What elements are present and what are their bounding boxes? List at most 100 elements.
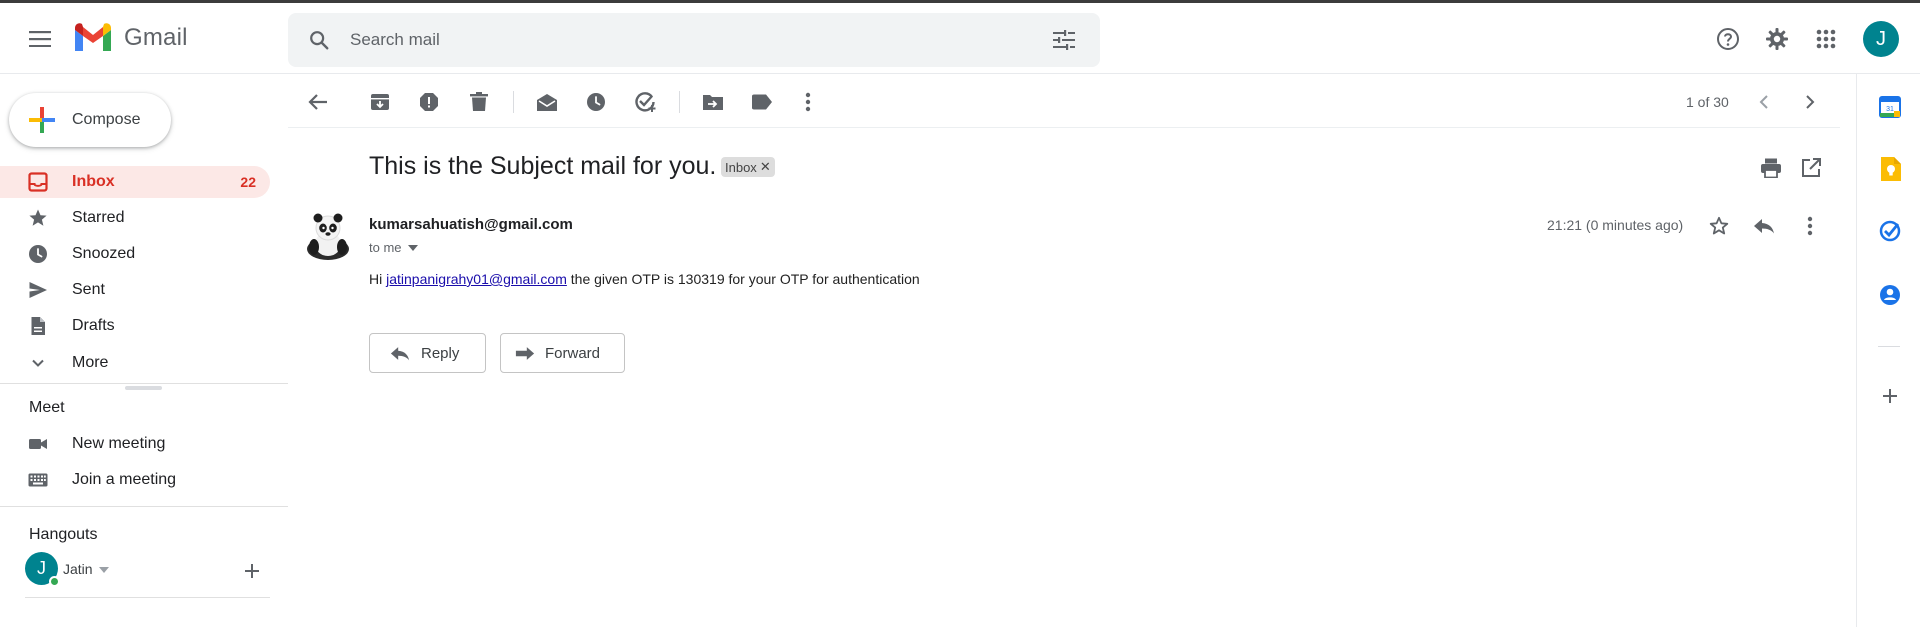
settings-button[interactable] [1757, 19, 1797, 59]
open-new-window-button[interactable] [1791, 148, 1831, 188]
sidebar-item-label: More [72, 354, 109, 371]
apps-grid-icon [1816, 29, 1836, 49]
pagination-text: 1 of 30 [1686, 94, 1729, 110]
message-timestamp: 21:21 (0 minutes ago) [1547, 217, 1684, 233]
inbox-label-chip[interactable]: Inbox ✕ [721, 157, 775, 177]
meet-item-label: Join a meeting [72, 471, 177, 488]
toolbar-divider [288, 127, 1840, 128]
sidebar-item-inbox[interactable]: Inbox 22 [0, 166, 270, 198]
keep-bulb-icon [1881, 157, 1901, 181]
hangouts-divider [25, 597, 270, 598]
sidebar-divider [0, 383, 288, 384]
sender-avatar[interactable] [305, 211, 351, 261]
back-button[interactable] [302, 86, 334, 118]
sidebar-item-drafts[interactable]: Drafts [0, 310, 270, 342]
snooze-button[interactable] [580, 86, 612, 118]
meet-join-meeting[interactable]: Join a meeting [0, 464, 270, 496]
archive-icon [371, 94, 389, 110]
body-suffix: the given OTP is 130319 for your OTP for… [566, 271, 920, 287]
print-all-button[interactable] [1751, 148, 1791, 188]
move-to-folder-icon [703, 95, 723, 110]
sidebar-item-label: Snoozed [72, 245, 136, 262]
sender-email[interactable]: kumarsahuatish@gmail.com [369, 216, 573, 233]
side-panel: 31 [1856, 74, 1920, 627]
report-spam-button[interactable] [413, 86, 445, 118]
meet-item-label: New meeting [72, 435, 166, 452]
tasks-icon [1879, 220, 1901, 242]
toolbar-separator [679, 91, 680, 113]
sidebar-resize-handle[interactable] [125, 386, 162, 390]
new-conversation-button[interactable] [232, 551, 272, 591]
older-button[interactable] [1794, 86, 1826, 118]
search-input[interactable] [350, 13, 990, 67]
more-options-button[interactable] [792, 86, 824, 118]
chevron-down-icon [32, 359, 44, 367]
delete-button[interactable] [463, 86, 495, 118]
apps-button[interactable] [1806, 19, 1846, 59]
labels-button[interactable] [746, 86, 778, 118]
recipient-details[interactable]: to me [369, 240, 418, 255]
sidebar-item-label: Starred [72, 209, 125, 226]
tasks-app-button[interactable] [1877, 218, 1903, 244]
chevron-left-icon [1759, 95, 1768, 109]
sidebar-item-label: Inbox [72, 173, 115, 190]
more-vert-icon [805, 92, 811, 112]
forward-button[interactable]: Forward [500, 333, 625, 373]
reply-button[interactable]: Reply [369, 333, 486, 373]
mark-unread-button[interactable] [531, 86, 563, 118]
get-addons-button[interactable] [1877, 383, 1903, 409]
label-chip-text: Inbox [725, 159, 757, 175]
forward-button-label: Forward [545, 344, 601, 362]
search-button[interactable] [299, 20, 339, 60]
caret-down-icon[interactable] [407, 244, 418, 251]
calendar-app-button[interactable]: 31 [1877, 94, 1903, 120]
search-bar[interactable] [288, 13, 1100, 67]
compose-plus-icon [29, 107, 55, 133]
body-prefix: Hi [369, 271, 387, 287]
clock-icon [29, 245, 47, 263]
keyboard-icon [28, 473, 48, 487]
plus-icon [245, 564, 259, 578]
keep-app-button[interactable] [1877, 156, 1903, 182]
add-task-icon [635, 92, 656, 112]
sidebar-item-starred[interactable]: Starred [0, 202, 270, 234]
gmail-logo[interactable]: Gmail [72, 22, 188, 54]
label-icon [752, 94, 772, 110]
video-icon [29, 439, 47, 449]
hangouts-user[interactable]: J Jatin [25, 552, 121, 587]
plus-icon [1883, 389, 1897, 403]
move-to-button[interactable] [697, 86, 729, 118]
search-options-button[interactable] [1044, 20, 1084, 60]
archive-button[interactable] [364, 86, 396, 118]
remove-label-icon[interactable]: ✕ [760, 159, 771, 175]
reply-icon-button[interactable] [1744, 206, 1784, 246]
contacts-app-button[interactable] [1877, 282, 1903, 308]
send-icon [29, 282, 47, 298]
reply-icon [1754, 219, 1774, 234]
side-panel-divider [1878, 346, 1900, 347]
message-more-button[interactable] [1790, 206, 1830, 246]
account-avatar[interactable]: J [1863, 21, 1899, 57]
body-email-link[interactable]: jatinpanigrahy01@gmail.com [386, 271, 567, 287]
meet-new-meeting[interactable]: New meeting [0, 428, 270, 460]
email-subject: This is the Subject mail for you. [369, 152, 717, 180]
open-in-new-icon [1802, 158, 1821, 177]
more-vert-icon [1807, 216, 1813, 236]
sidebar-item-snoozed[interactable]: Snoozed [0, 238, 270, 270]
help-icon [1717, 28, 1739, 50]
star-message-button[interactable] [1699, 206, 1739, 246]
add-to-tasks-button[interactable] [629, 86, 661, 118]
newer-button[interactable] [1748, 86, 1780, 118]
main-menu-button[interactable] [20, 19, 60, 59]
gear-icon [1766, 28, 1788, 50]
gmail-m-icon [75, 23, 111, 51]
unread-count: 22 [240, 174, 256, 190]
compose-button[interactable]: Compose [9, 93, 171, 147]
sidebar-item-sent[interactable]: Sent [0, 274, 270, 306]
forward-icon [515, 347, 535, 360]
sidebar-item-more[interactable]: More [0, 347, 270, 379]
calendar-icon: 31 [1879, 96, 1901, 118]
email-body: Hi jatinpanigrahy01@gmail.com the given … [369, 271, 920, 287]
sidebar-item-label: Drafts [72, 317, 115, 334]
support-button[interactable] [1708, 19, 1748, 59]
